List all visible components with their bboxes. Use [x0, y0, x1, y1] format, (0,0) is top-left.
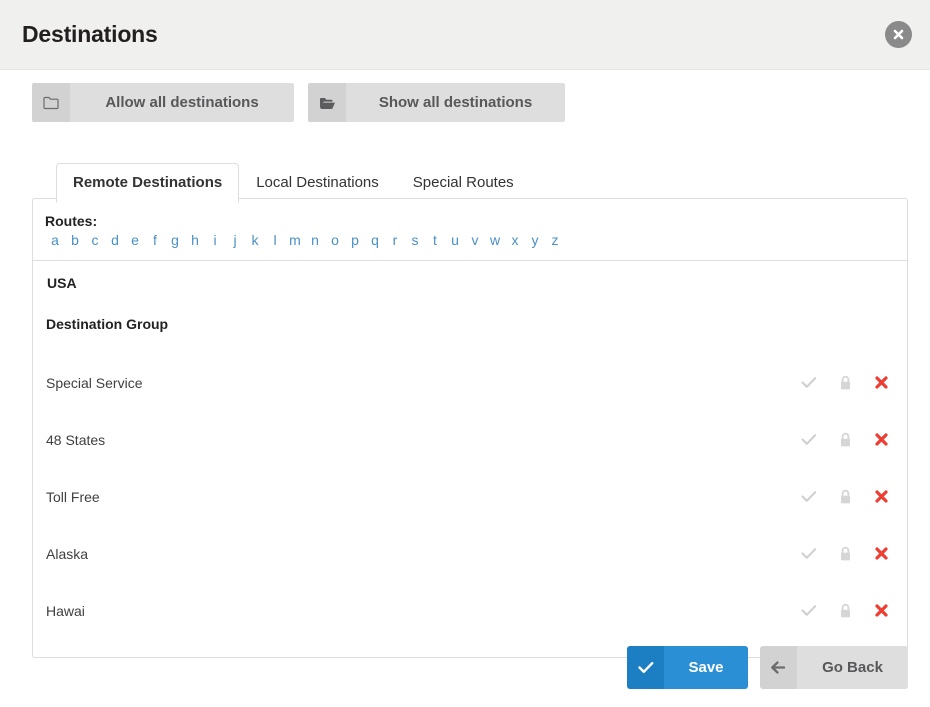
lock-icon[interactable]: [836, 373, 854, 393]
alpha-link-u[interactable]: u: [445, 232, 465, 248]
row-action-icons: [800, 430, 890, 450]
remove-x-icon[interactable]: [872, 487, 890, 507]
alpha-link-t[interactable]: t: [425, 232, 445, 248]
table-row[interactable]: Toll Free: [33, 468, 907, 525]
check-icon: [627, 646, 664, 689]
row-action-icons: [800, 544, 890, 564]
folder-closed-icon: [32, 83, 70, 122]
lock-icon[interactable]: [836, 430, 854, 450]
lock-icon[interactable]: [836, 544, 854, 564]
routes-label: Routes:: [45, 213, 98, 229]
tab-bar: Remote Destinations Local Destinations S…: [56, 163, 531, 203]
alpha-link-d[interactable]: d: [105, 232, 125, 248]
alpha-link-o[interactable]: o: [325, 232, 345, 248]
tab-special-routes[interactable]: Special Routes: [396, 163, 531, 202]
alpha-link-i[interactable]: i: [205, 232, 225, 248]
alpha-link-c[interactable]: c: [85, 232, 105, 248]
destination-name: Hawai: [46, 602, 85, 619]
go-back-button-label: Go Back: [797, 646, 908, 689]
allow-all-destinations-button[interactable]: Allow all destinations: [32, 83, 294, 122]
alpha-link-y[interactable]: y: [525, 232, 545, 248]
check-icon[interactable]: [800, 601, 818, 621]
table-row[interactable]: 48 States: [33, 411, 907, 468]
footer-action-bar: Save Go Back: [627, 646, 908, 689]
alpha-link-k[interactable]: k: [245, 232, 265, 248]
remove-x-icon[interactable]: [872, 373, 890, 393]
country-header: USA: [47, 275, 77, 291]
go-back-button[interactable]: Go Back: [760, 646, 908, 689]
tab-remote-destinations[interactable]: Remote Destinations: [56, 163, 240, 203]
alpha-link-n[interactable]: n: [305, 232, 325, 248]
destination-name: Alaska: [46, 545, 89, 562]
table-row[interactable]: Alaska: [33, 525, 907, 582]
alpha-link-h[interactable]: h: [185, 232, 205, 248]
row-action-icons: [800, 487, 890, 507]
routes-filter-section: Routes: a b c d e f g h i j k l m n o p …: [33, 199, 907, 261]
alpha-link-s[interactable]: s: [405, 232, 425, 248]
arrow-left-icon: [760, 646, 797, 689]
destination-list: Special Service 48 States Toll Free Alas…: [33, 332, 907, 657]
alpha-link-x[interactable]: x: [505, 232, 525, 248]
check-icon[interactable]: [800, 487, 818, 507]
alpha-link-p[interactable]: p: [345, 232, 365, 248]
alpha-link-v[interactable]: v: [465, 232, 485, 248]
alpha-link-r[interactable]: r: [385, 232, 405, 248]
alpha-link-b[interactable]: b: [65, 232, 85, 248]
alpha-link-g[interactable]: g: [165, 232, 185, 248]
destination-name: 48 States: [46, 431, 106, 448]
check-icon[interactable]: [800, 430, 818, 450]
save-button[interactable]: Save: [627, 646, 748, 689]
folder-open-icon: [308, 83, 346, 122]
check-icon[interactable]: [800, 544, 818, 564]
table-row[interactable]: Hawai: [33, 582, 907, 639]
page-title: Destinations: [22, 21, 158, 47]
show-all-destinations-button[interactable]: Show all destinations: [308, 83, 565, 122]
destination-name: Toll Free: [46, 488, 100, 505]
alpha-link-z[interactable]: z: [545, 232, 565, 248]
table-row[interactable]: Special Service: [33, 354, 907, 411]
show-all-destinations-label: Show all destinations: [346, 83, 565, 122]
alpha-link-e[interactable]: e: [125, 232, 145, 248]
alpha-link-f[interactable]: f: [145, 232, 165, 248]
close-circle-icon: [891, 27, 906, 42]
remove-x-icon[interactable]: [872, 544, 890, 564]
alpha-link-l[interactable]: l: [265, 232, 285, 248]
lock-icon[interactable]: [836, 601, 854, 621]
close-button[interactable]: [885, 21, 912, 48]
destination-name: Special Service: [46, 374, 143, 391]
alpha-link-j[interactable]: j: [225, 232, 245, 248]
check-icon[interactable]: [800, 373, 818, 393]
top-action-bar: Allow all destinations Show all destinat…: [32, 83, 565, 122]
alpha-link-w[interactable]: w: [485, 232, 505, 248]
alphabet-index: a b c d e f g h i j k l m n o p q r s t …: [45, 232, 907, 248]
destinations-panel: Routes: a b c d e f g h i j k l m n o p …: [32, 198, 908, 658]
dialog-header: Destinations: [0, 0, 930, 70]
remove-x-icon[interactable]: [872, 430, 890, 450]
save-button-label: Save: [664, 646, 748, 689]
alpha-link-m[interactable]: m: [285, 232, 305, 248]
alpha-link-q[interactable]: q: [365, 232, 385, 248]
allow-all-destinations-label: Allow all destinations: [70, 83, 294, 122]
lock-icon[interactable]: [836, 487, 854, 507]
alpha-link-a[interactable]: a: [45, 232, 65, 248]
tab-local-destinations[interactable]: Local Destinations: [239, 163, 396, 202]
row-action-icons: [800, 601, 890, 621]
row-action-icons: [800, 373, 890, 393]
destination-group-header: Destination Group: [46, 316, 169, 332]
remove-x-icon[interactable]: [872, 601, 890, 621]
